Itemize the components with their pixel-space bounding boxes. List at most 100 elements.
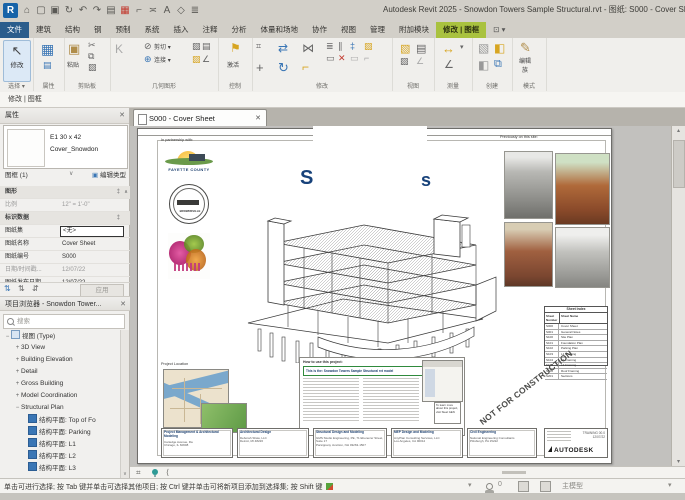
paste-icon[interactable]: ▣ (68, 41, 80, 57)
vscroll-thumb[interactable] (673, 140, 685, 188)
sheet-set-input[interactable]: <无> (60, 226, 124, 237)
cut-label[interactable]: 剪切 ▾ (154, 42, 171, 51)
properties-icon[interactable]: ▦ (41, 41, 54, 58)
worksets-dd-icon[interactable]: ▾ (468, 481, 472, 489)
linework-icon[interactable]: ∠ (416, 56, 424, 67)
prop-row-sheet-name[interactable]: 图纸名称Cover Sheet (0, 238, 130, 251)
close-tab-icon[interactable]: ✕ (255, 110, 261, 127)
temporary-hide-icon[interactable] (152, 469, 158, 475)
drawing-canvas[interactable]: In partnership with: FAYETTE COUNTY BROW… (130, 126, 685, 466)
split-icon[interactable]: ≣ (326, 41, 334, 52)
move-icon[interactable]: + (256, 60, 264, 75)
open-icon[interactable]: ▢ (36, 3, 46, 18)
trim-icon[interactable]: ⌐ (302, 60, 309, 74)
offset-icon[interactable]: ⇄ (278, 41, 288, 55)
section-identity[interactable]: 标识数据 ‡ (0, 212, 130, 225)
sort-asc-icon[interactable]: ⇅ (18, 284, 25, 293)
collapse-icon[interactable]: ∧ (124, 186, 128, 198)
demolish-icon[interactable]: ▨ (192, 54, 201, 65)
tab-systems[interactable]: 系统 (138, 22, 167, 38)
dimension-icon[interactable]: ∠ (444, 58, 454, 71)
default-3d-icon[interactable]: ◇ (176, 3, 186, 18)
thin-lines-icon[interactable]: ≍ (148, 3, 158, 18)
tab-analyze[interactable]: 分析 (225, 22, 254, 38)
tab-insert[interactable]: 插入 (167, 22, 196, 38)
create-group-icon[interactable]: ▧ (478, 41, 489, 55)
paint-icon[interactable]: ▨ (364, 41, 373, 52)
tab-manage[interactable]: 管理 (363, 22, 392, 38)
join-geometry-icon[interactable]: ⊕ (144, 54, 152, 65)
tab-annotate[interactable]: 注释 (196, 22, 225, 38)
project-browser-header[interactable]: 项目浏览器 - Snowdon Tower... ✕ (0, 296, 130, 311)
tree-root-views[interactable]: −视图 (Type) (0, 330, 122, 342)
close-properties-icon[interactable]: ✕ (119, 108, 125, 123)
panel-label-select[interactable]: 选择 (8, 84, 20, 90)
match-type-icon[interactable]: ▨ (88, 62, 97, 73)
create-similar-icon[interactable]: ◧ (494, 41, 505, 55)
cover-sheet[interactable]: In partnership with: FAYETTE COUNTY BROW… (137, 128, 612, 464)
status-dd-icon[interactable]: ▾ (668, 481, 672, 489)
prop-row-sheet-set[interactable]: 图纸集 <无> (0, 225, 130, 238)
tree-folder-gross[interactable]: +Gross Building (0, 378, 122, 390)
delete-icon[interactable]: ✕ (338, 53, 346, 64)
modify-button[interactable]: ↖ 修改 (3, 40, 31, 82)
tab-file[interactable]: 文件 (0, 22, 29, 38)
visibility-icon[interactable]: ▧ (400, 42, 410, 55)
copy-icon[interactable]: ⧉ (88, 51, 94, 62)
tab-massing-site[interactable]: 体量和场地 (254, 22, 306, 38)
tab-view[interactable]: 视图 (334, 22, 363, 38)
tab-s000-cover-sheet[interactable]: S000 - Cover Sheet ✕ (133, 109, 267, 127)
properties-palette-header[interactable]: 属性 ✕ (0, 108, 129, 124)
element-filter-dropdown[interactable]: 图框 (1) (5, 169, 28, 179)
canvas-vscrollbar[interactable]: ▴ ▾ (671, 126, 685, 466)
type-properties-icon[interactable]: ▤ (43, 60, 52, 71)
edit-family-label[interactable]: 编辑族 (519, 56, 531, 74)
print-icon[interactable]: ▤ (106, 3, 116, 18)
paste-label[interactable]: 粘贴 (67, 60, 79, 69)
sync-icon[interactable]: ↻ (64, 3, 74, 18)
tree-folder-coordination[interactable]: +Model Coordination (0, 390, 122, 402)
measure-tool-icon[interactable]: ↔ (442, 41, 455, 56)
tab-addins[interactable]: 附加模块 (392, 22, 436, 38)
hscroll-thumb[interactable] (502, 471, 526, 474)
undo-icon[interactable]: ↶ (78, 3, 88, 18)
activate-label[interactable]: 激活 (227, 60, 239, 69)
section-graphics[interactable]: 图形 ‡ ∧ (0, 186, 130, 199)
join-label[interactable]: 连接 ▾ (154, 55, 171, 64)
mirror-icon[interactable]: ⋈ (302, 41, 314, 55)
tree-view-l3[interactable]: 结构平面: L3 (0, 462, 122, 474)
beam-joins-icon[interactable]: ▧ (192, 41, 201, 52)
create-parts-icon[interactable]: ⧉ (494, 58, 502, 71)
save-icon[interactable]: ▣ (50, 3, 60, 18)
tab-collaborate[interactable]: 协作 (305, 22, 334, 38)
cope-icon[interactable]: ⌐ (364, 53, 369, 63)
revit-logo-icon[interactable]: R (3, 3, 18, 18)
hide-icon[interactable]: ▤ (416, 42, 426, 55)
measure-icon[interactable]: ▦ (120, 3, 130, 18)
align-icon[interactable]: ⌐ (134, 3, 144, 18)
tree-view-l2[interactable]: 结构平面: L2 (0, 450, 122, 462)
selection-toggle-icon[interactable] (326, 483, 333, 490)
editable-only-icon[interactable] (486, 483, 493, 490)
tab-precast[interactable]: 预制 (109, 22, 138, 38)
text-icon[interactable]: A (162, 3, 172, 18)
align-tool-icon[interactable]: ⌗ (256, 41, 261, 52)
close-browser-icon[interactable]: ✕ (120, 297, 126, 312)
tree-folder-structural-plan[interactable]: −Structural Plan (0, 402, 122, 414)
unpin-icon[interactable]: ▭ (350, 53, 359, 64)
tree-view-l1[interactable]: 结构平面: L1 (0, 438, 122, 450)
tree-view-top-of-footing[interactable]: 结构平面: Top of Fo (0, 414, 122, 426)
ribbon-display-toggle-icon[interactable]: ⊡ ▾ (486, 22, 512, 38)
create-assembly-icon[interactable]: ◧ (478, 58, 489, 72)
design-option-label[interactable]: 主模型 (562, 481, 583, 491)
tab-architecture[interactable]: 建筑 (29, 22, 58, 38)
tree-folder-detail[interactable]: +Detail (0, 366, 122, 378)
sort-desc-icon[interactable]: ⇵ (32, 284, 39, 293)
override-icon[interactable]: ▨ (400, 56, 409, 67)
edit-family-icon[interactable]: ✎ (520, 40, 531, 56)
array-icon[interactable]: ∥ (338, 41, 343, 52)
tab-steel[interactable]: 钢 (87, 22, 109, 38)
tree-folder-elevation[interactable]: +Building Elevation (0, 354, 122, 366)
tree-folder-3d[interactable]: +3D View (0, 342, 122, 354)
edit-type-button[interactable]: ▣ 编辑类型 (92, 169, 126, 179)
